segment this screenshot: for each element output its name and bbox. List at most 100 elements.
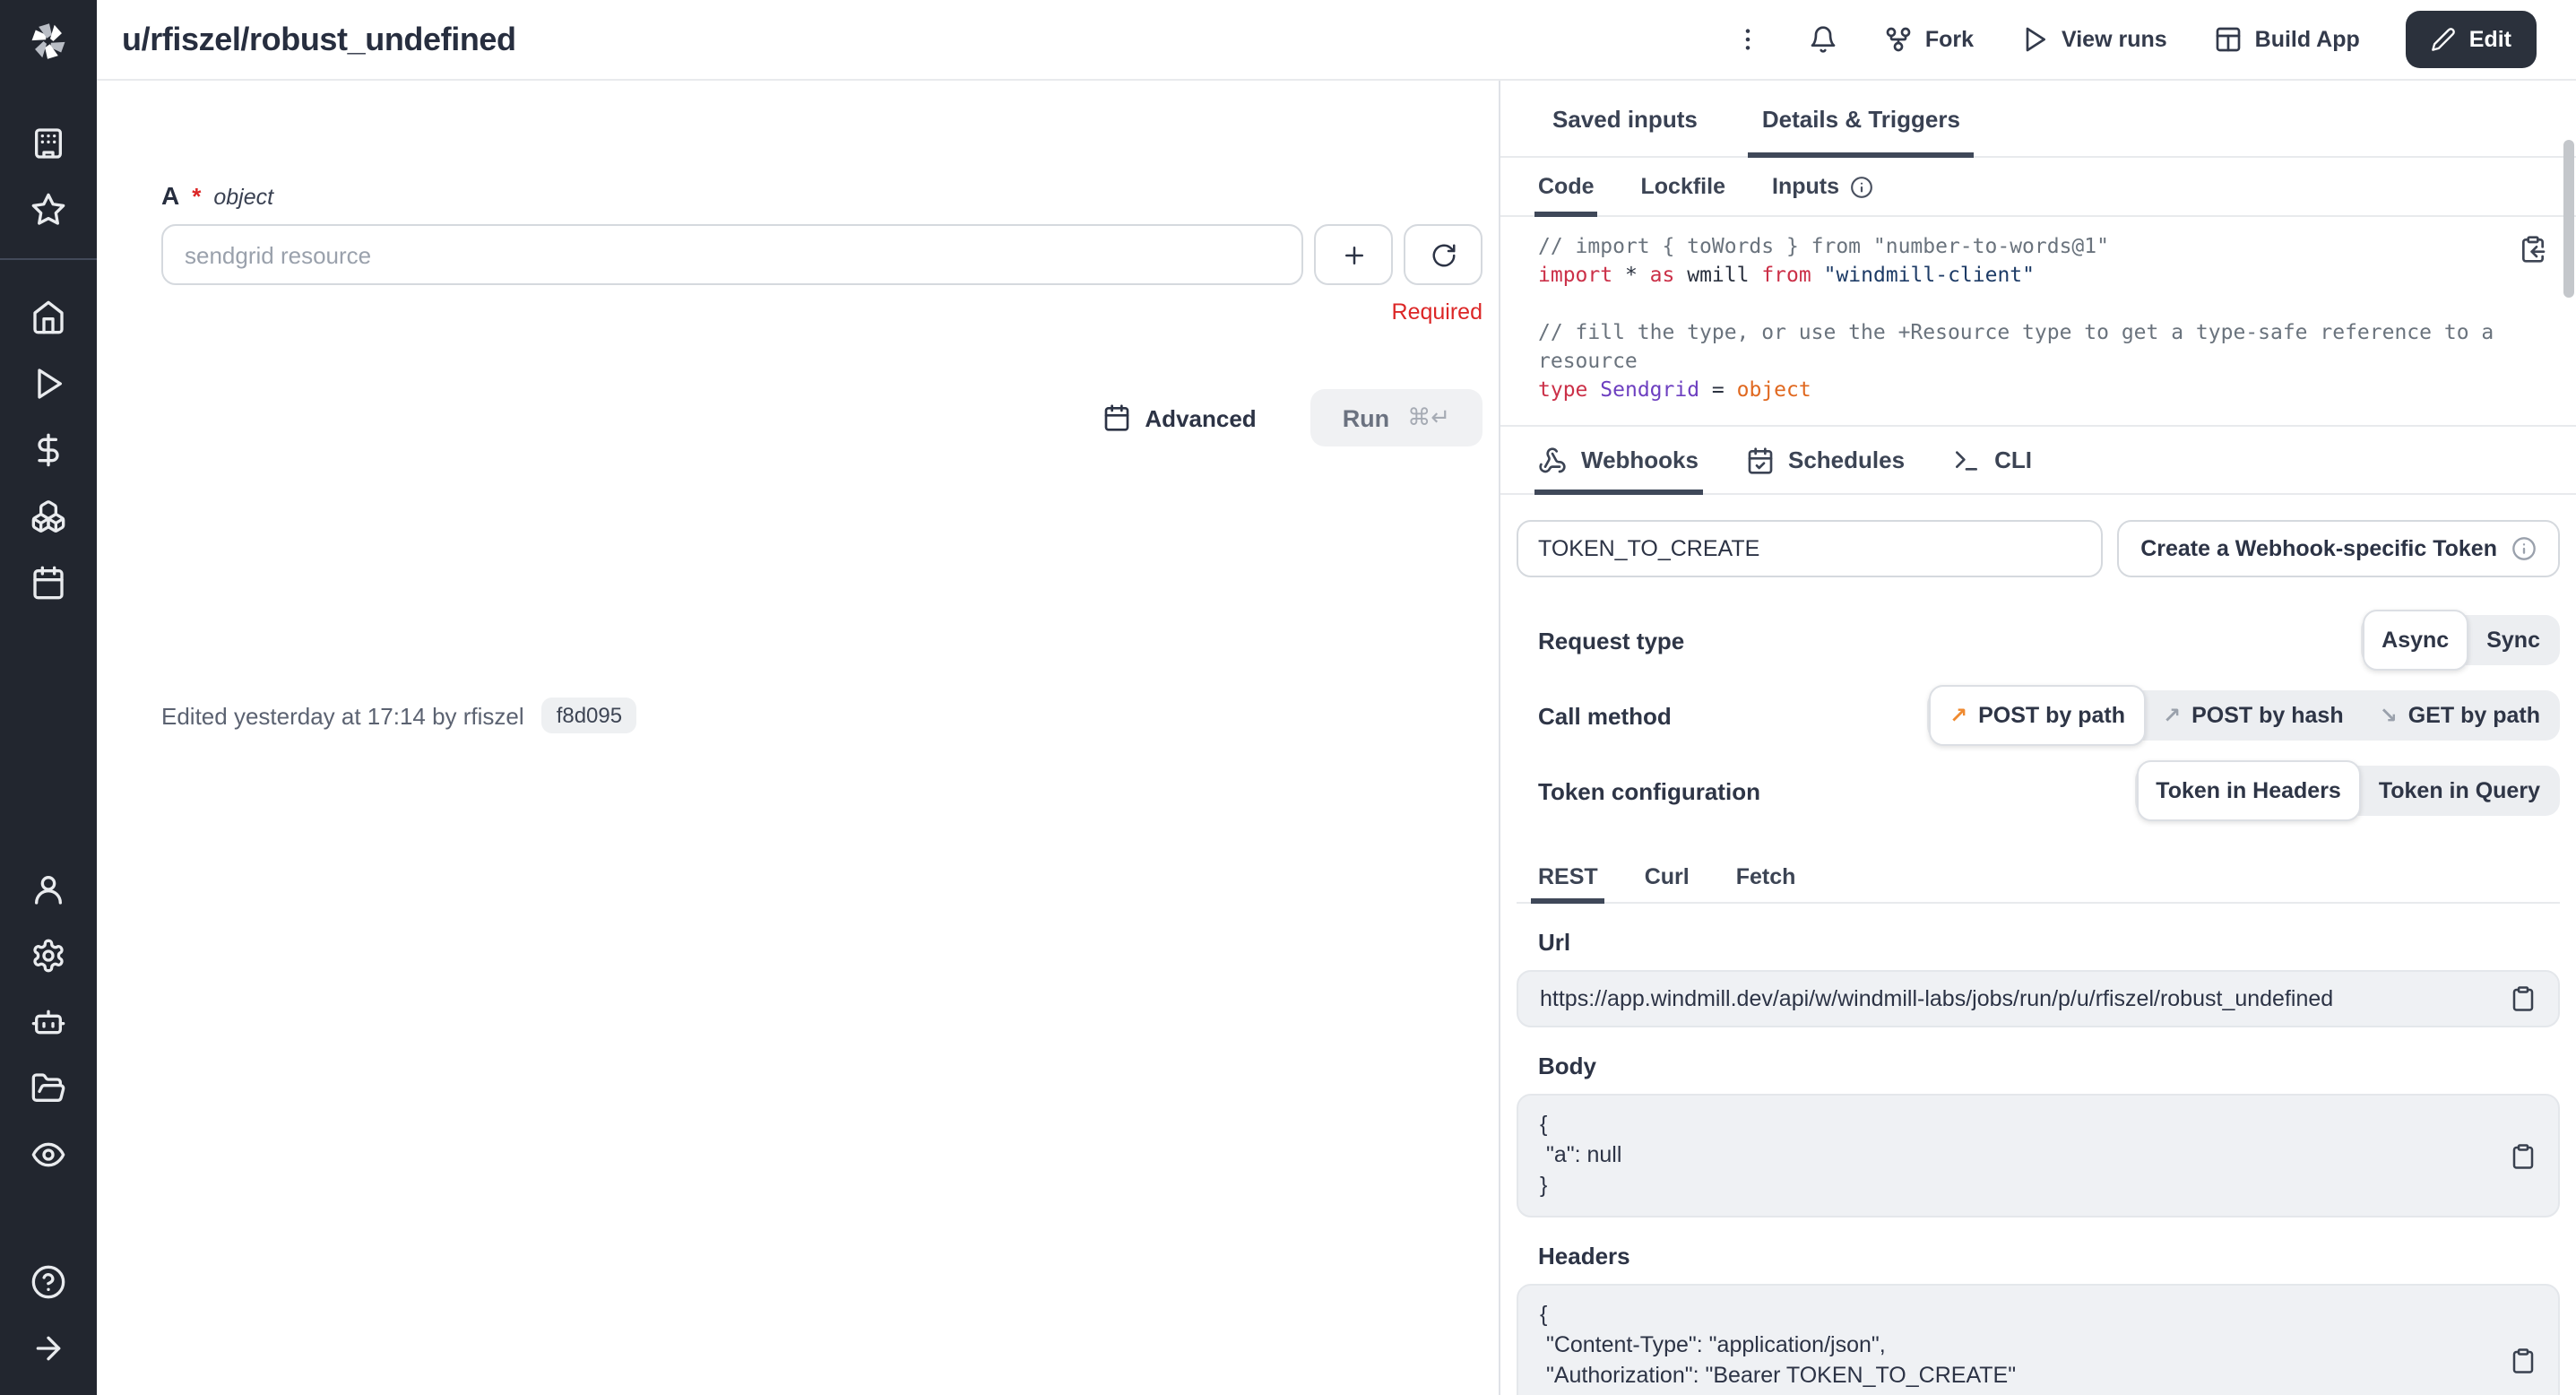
option-post-by-hash[interactable]: ↗ POST by hash	[2145, 690, 2362, 741]
headers-label: Headers	[1538, 1243, 2560, 1269]
info-icon	[2511, 536, 2537, 561]
build-app-button[interactable]: Build App	[2214, 25, 2360, 54]
refresh-button[interactable]	[1404, 224, 1482, 285]
create-webhook-token-button[interactable]: Create a Webhook-specific Token	[2117, 520, 2560, 577]
post-by-hash-label: POST by hash	[2191, 703, 2344, 728]
fork-button[interactable]: Fork	[1884, 25, 1974, 54]
workspace-icon[interactable]	[18, 109, 79, 176]
tab-webhooks[interactable]: Webhooks	[1538, 427, 1699, 493]
inputs-label: Inputs	[1772, 174, 1839, 199]
code-viewer: // import { toWords } from "number-to-wo…	[1500, 217, 2576, 425]
folders-icon[interactable]	[18, 1054, 79, 1121]
refresh-icon	[1430, 241, 1457, 268]
terminal-icon	[1951, 446, 1980, 474]
option-get-by-path[interactable]: ↘ GET by path	[2362, 690, 2558, 741]
windmill-logo-icon[interactable]	[23, 16, 73, 66]
run-row: Advanced Run ⌘↵	[161, 389, 1482, 446]
field-label: A* object	[161, 181, 1499, 210]
code-block: // import { toWords } from "number-to-wo…	[1538, 231, 2553, 403]
panel-scrollbar[interactable]	[2563, 140, 2574, 298]
home-icon[interactable]	[18, 283, 79, 350]
option-token-in-headers[interactable]: Token in Headers	[2136, 760, 2361, 821]
edit-label: Edit	[2469, 27, 2511, 52]
tab-lockfile[interactable]: Lockfile	[1641, 158, 1726, 215]
help-icon[interactable]	[18, 1248, 79, 1314]
token-config-label: Token configuration	[1538, 777, 1760, 804]
request-type-label: Request type	[1538, 627, 1684, 654]
tab-schedules[interactable]: Schedules	[1745, 427, 1905, 493]
option-async[interactable]: Async	[2362, 610, 2468, 671]
git-fork-icon	[1884, 25, 1913, 54]
arrow-down-right-icon: ↘	[2380, 705, 2398, 726]
copy-url-clipboard-icon[interactable]	[2510, 985, 2537, 1012]
plus-icon	[1340, 241, 1367, 268]
run-button[interactable]: Run ⌘↵	[1310, 389, 1482, 446]
add-resource-button[interactable]	[1314, 224, 1393, 285]
url-value: https://app.windmill.dev/api/w/windmill-…	[1540, 986, 2333, 1011]
resource-input[interactable]	[161, 224, 1303, 285]
tab-code[interactable]: Code	[1538, 158, 1595, 215]
expand-sidebar-arrow-icon[interactable]	[18, 1314, 79, 1381]
call-method-toggle: ↗ POST by path ↗ POST by hash ↘ GET by p…	[1928, 690, 2560, 741]
variables-dollar-icon[interactable]	[18, 416, 79, 482]
arrow-up-right-icon: ↗	[2163, 705, 2181, 726]
users-icon[interactable]	[18, 855, 79, 922]
view-runs-label: View runs	[2062, 27, 2167, 52]
app-layout-icon	[2214, 25, 2243, 54]
schedules-calendar-icon[interactable]	[18, 549, 79, 615]
tab-details-triggers[interactable]: Details & Triggers	[1748, 81, 1975, 156]
webhooks-label: Webhooks	[1581, 446, 1699, 473]
option-sync[interactable]: Sync	[2468, 615, 2558, 665]
tab-rest[interactable]: REST	[1538, 850, 1598, 902]
version-badge[interactable]: f8d095	[542, 698, 636, 733]
copy-body-clipboard-icon[interactable]	[2510, 1142, 2537, 1169]
headers-value: { "Content-Type": "application/json", "A…	[1540, 1300, 2486, 1395]
code-tabs: Code Lockfile Inputs	[1500, 158, 2576, 217]
get-by-path-label: GET by path	[2408, 703, 2540, 728]
body-value: { "a": null }	[1540, 1110, 2486, 1201]
token-input[interactable]	[1517, 520, 2103, 577]
trigger-tabs: Webhooks Schedules CLI	[1500, 427, 2576, 495]
audit-logs-eye-icon[interactable]	[18, 1121, 79, 1187]
schedule-calendar-icon	[1745, 446, 1774, 474]
page-title: u/rfiszel/robust_undefined	[122, 21, 516, 58]
required-hint: Required	[161, 299, 1482, 325]
option-token-in-query[interactable]: Token in Query	[2361, 766, 2558, 816]
call-method-label: Call method	[1538, 702, 1672, 729]
copy-headers-clipboard-icon[interactable]	[2510, 1347, 2537, 1374]
tab-inputs[interactable]: Inputs	[1772, 158, 1873, 215]
favorites-star-icon[interactable]	[18, 176, 79, 242]
body-box: { "a": null }	[1517, 1094, 2560, 1217]
option-post-by-path[interactable]: ↗ POST by path	[1930, 685, 2145, 746]
edit-button[interactable]: Edit	[2407, 11, 2537, 68]
post-by-path-label: POST by path	[1978, 703, 2125, 728]
play-icon	[2020, 25, 2049, 54]
url-box: https://app.windmill.dev/api/w/windmill-…	[1517, 970, 2560, 1027]
token-config-row: Token configuration Token in Headers Tok…	[1517, 760, 2560, 821]
workers-robot-icon[interactable]	[18, 988, 79, 1054]
more-options-kebab-icon[interactable]	[1733, 25, 1762, 54]
notifications-bell-icon[interactable]	[1809, 25, 1837, 54]
copy-code-icon[interactable]	[2519, 235, 2547, 264]
edited-text: Edited yesterday at 17:14 by rfiszel	[161, 702, 524, 729]
fork-label: Fork	[1925, 27, 1974, 52]
view-runs-button[interactable]: View runs	[2020, 25, 2167, 54]
tab-curl[interactable]: Curl	[1645, 850, 1690, 902]
field-name: A	[161, 181, 179, 210]
details-panel: Saved inputs Details & Triggers Code Loc…	[1499, 81, 2576, 1395]
request-type-toggle: Async Sync	[2360, 615, 2560, 665]
tab-saved-inputs[interactable]: Saved inputs	[1538, 81, 1712, 156]
create-token-label: Create a Webhook-specific Token	[2140, 536, 2497, 561]
request-type-row: Request type Async Sync	[1517, 610, 2560, 671]
tab-cli[interactable]: CLI	[1951, 427, 2032, 493]
body-label: Body	[1538, 1053, 2560, 1079]
runs-play-icon[interactable]	[18, 350, 79, 416]
advanced-button[interactable]: Advanced	[1102, 403, 1256, 432]
settings-gear-icon[interactable]	[18, 922, 79, 988]
headers-box: { "Content-Type": "application/json", "A…	[1517, 1284, 2560, 1395]
resources-boxes-icon[interactable]	[18, 482, 79, 549]
schedules-label: Schedules	[1788, 446, 1905, 473]
tab-fetch[interactable]: Fetch	[1736, 850, 1796, 902]
pencil-icon	[2432, 27, 2457, 52]
topbar-actions: Fork View runs Build App Edit	[1733, 11, 2537, 68]
